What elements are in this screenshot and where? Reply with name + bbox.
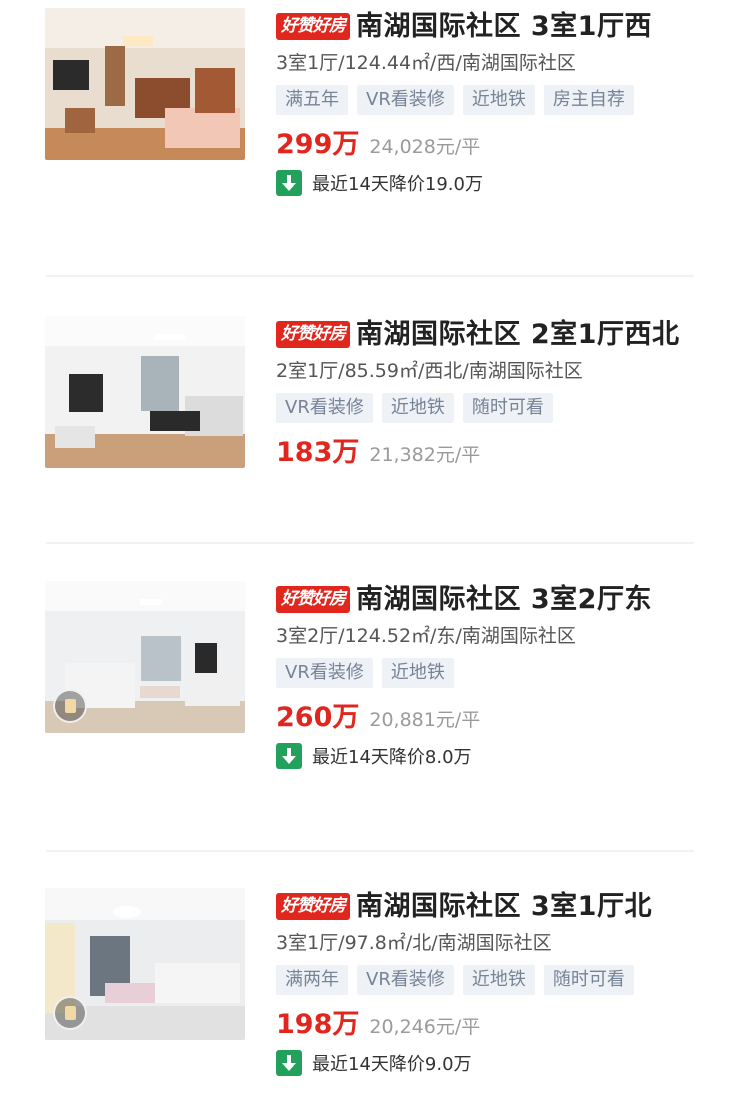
listing-info: 好赞好房 南湖国际社区 3室1厅北 3室1厅/97.8㎡/北/南湖国际社区 满两年… [276,888,696,1080]
tag-list: 满两年 VR看装修 近地铁 随时可看 [276,965,696,995]
tag: VR看装修 [276,393,373,423]
listing-photo[interactable] [45,316,245,468]
tag: 近地铁 [462,965,535,995]
featured-badge: 好赞好房 [276,13,350,40]
price-drop-row: 最近14天降价8.0万 [276,743,696,773]
listing-card[interactable]: 好赞好房 南湖国际社区 3室1厅西 3室1厅/124.44㎡/西/南湖国际社区 满… [0,0,740,278]
unit-price: 20,881元/平 [369,709,481,731]
tag: 房主自荐 [543,85,634,115]
listing-info: 好赞好房 南湖国际社区 2室1厅西北 2室1厅/85.59㎡/西北/南湖国际社区 … [276,316,696,474]
tag: 随时可看 [462,393,553,423]
tag: 近地铁 [462,85,535,115]
tag-list: VR看装修 近地铁 [276,658,696,688]
featured-badge: 好赞好房 [276,321,350,348]
listing-info: 好赞好房 南湖国际社区 3室2厅东 3室2厅/124.52㎡/东/南湖国际社区 V… [276,581,696,773]
tag: 近地铁 [381,658,454,688]
total-price: 260万 [276,702,360,733]
unit-price: 24,028元/平 [369,136,481,158]
listing-title[interactable]: 好赞好房 南湖国际社区 3室2厅东 [276,581,696,618]
price-row: 198万 20,246元/平 [276,1007,696,1046]
price-drop-row: 最近14天降价19.0万 [276,170,696,200]
price-row: 299万 24,028元/平 [276,127,696,166]
tag: VR看装修 [357,85,454,115]
living-room-photo [45,8,245,160]
listing-card[interactable]: 好赞好房 南湖国际社区 2室1厅西北 2室1厅/85.59㎡/西北/南湖国际社区 … [0,278,740,544]
listing-meta: 3室1厅/124.44㎡/西/南湖国际社区 [276,52,576,74]
living-room-photo [45,316,245,468]
listing-title[interactable]: 好赞好房 南湖国际社区 3室1厅西 [276,8,696,45]
price-drop-row: 最近14天降价9.0万 [276,1050,696,1080]
total-price: 183万 [276,437,360,468]
listing-list: 好赞好房 南湖国际社区 3室1厅西 3室1厅/124.44㎡/西/南湖国际社区 满… [0,0,740,1107]
listing-photo[interactable] [45,8,245,160]
listing-meta: 3室1厅/97.8㎡/北/南湖国际社区 [276,932,552,954]
price-drop-text: 最近14天降价8.0万 [312,747,472,768]
tag: VR看装修 [276,658,373,688]
vr-cube-icon[interactable] [53,689,87,723]
price-row: 260万 20,881元/平 [276,700,696,739]
listing-card[interactable]: 好赞好房 南湖国际社区 3室2厅东 3室2厅/124.52㎡/东/南湖国际社区 V… [0,544,740,852]
arrow-down-icon [276,743,302,769]
vr-cube-icon[interactable] [53,996,87,1030]
listing-meta: 3室2厅/124.52㎡/东/南湖国际社区 [276,625,576,647]
arrow-down-icon [276,1050,302,1076]
total-price: 299万 [276,129,360,160]
tag: 满五年 [276,85,348,115]
divider [46,275,694,277]
listing-title[interactable]: 好赞好房 南湖国际社区 3室1厅北 [276,888,696,925]
tag: 近地铁 [381,393,454,423]
unit-price: 20,246元/平 [369,1016,481,1038]
featured-badge: 好赞好房 [276,586,350,613]
tag: 随时可看 [543,965,634,995]
listing-photo[interactable] [45,888,245,1040]
total-price: 198万 [276,1009,360,1040]
arrow-down-icon [276,170,302,196]
listing-photo[interactable] [45,581,245,733]
price-drop-text: 最近14天降价19.0万 [312,174,483,195]
price-drop-text: 最近14天降价9.0万 [312,1054,472,1075]
tag-list: VR看装修 近地铁 随时可看 [276,393,696,423]
listing-title[interactable]: 好赞好房 南湖国际社区 2室1厅西北 [276,316,696,353]
tag: VR看装修 [357,965,454,995]
unit-price: 21,382元/平 [369,444,481,466]
tag-list: 满五年 VR看装修 近地铁 房主自荐 [276,85,696,115]
featured-badge: 好赞好房 [276,893,350,920]
price-row: 183万 21,382元/平 [276,435,696,474]
listing-info: 好赞好房 南湖国际社区 3室1厅西 3室1厅/124.44㎡/西/南湖国际社区 满… [276,8,696,200]
tag: 满两年 [276,965,348,995]
listing-card[interactable]: 好赞好房 南湖国际社区 3室1厅北 3室1厅/97.8㎡/北/南湖国际社区 满两年… [0,852,740,1107]
listing-meta: 2室1厅/85.59㎡/西北/南湖国际社区 [276,360,583,382]
